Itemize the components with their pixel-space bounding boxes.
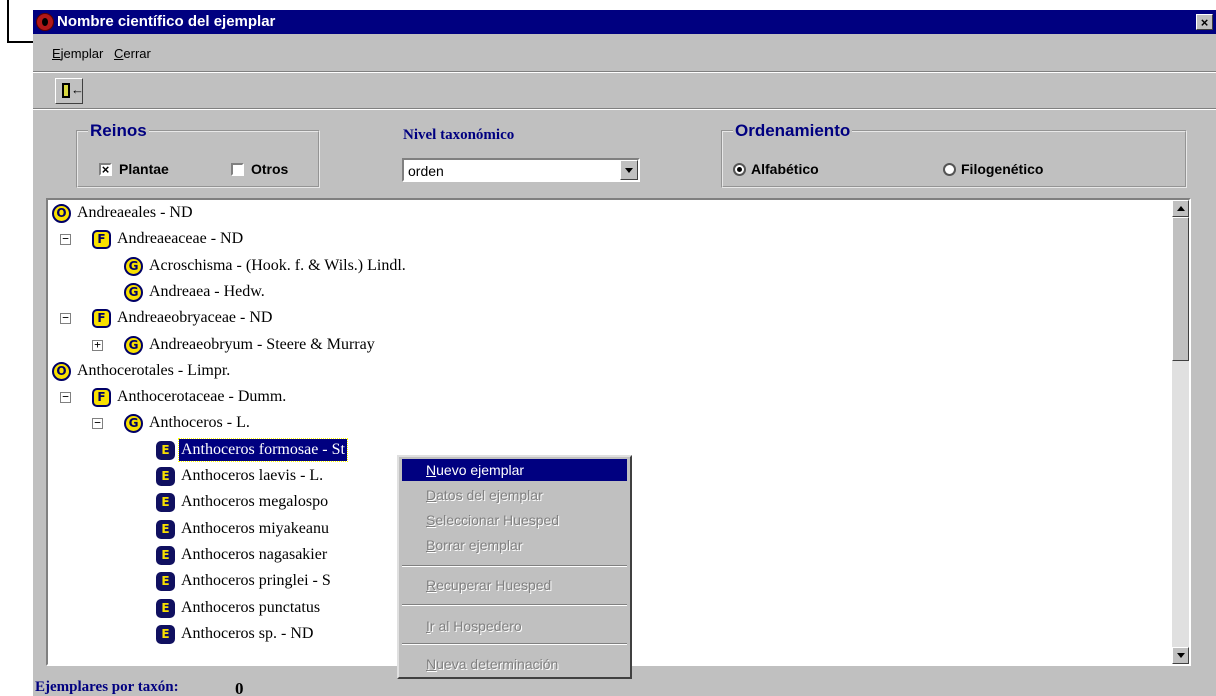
- family-icon: F: [92, 388, 111, 408]
- filogenetico-label[interactable]: Filogenético: [961, 161, 1043, 177]
- species-icon: E: [156, 624, 175, 644]
- family-icon: F: [92, 309, 111, 329]
- exit-arrow-icon: ←: [71, 82, 84, 97]
- ctx-seleccionar-huesped[interactable]: Seleccionar Huesped: [402, 509, 627, 531]
- tree-node[interactable]: − F Andreaeaceae - ND: [48, 228, 1168, 250]
- tree-node-label[interactable]: Anthoceros sp. - ND: [181, 623, 313, 645]
- scroll-thumb[interactable]: [1172, 217, 1189, 361]
- otros-checkbox[interactable]: [231, 163, 244, 176]
- menu-cerrar[interactable]: Cerrar: [114, 44, 151, 64]
- collapse-icon[interactable]: −: [60, 391, 71, 404]
- scroll-down-button[interactable]: [1172, 647, 1189, 664]
- menu-ejemplar[interactable]: Ejemplar: [52, 44, 103, 64]
- window-title: Nombre científico del ejemplar: [57, 13, 276, 30]
- tree-node[interactable]: O Andreaeales - ND: [48, 202, 1168, 224]
- tree-node-label[interactable]: Anthoceros formosae - St: [178, 437, 348, 462]
- tree-node-label[interactable]: Andreaeaceae - ND: [117, 228, 243, 250]
- species-icon: E: [156, 440, 175, 460]
- tree-node-label[interactable]: Andreaea - Hedw.: [149, 281, 265, 303]
- family-icon: F: [92, 230, 111, 250]
- tree-node[interactable]: O Anthocerotales - Limpr.: [48, 360, 1168, 382]
- species-icon: E: [156, 598, 175, 618]
- toolbar-bottom-divider-highlight: [33, 109, 1216, 110]
- tree-node-label[interactable]: Anthocerotaceae - Dumm.: [117, 386, 286, 408]
- ctx-datos-ejemplar[interactable]: Datos del ejemplar: [402, 484, 627, 506]
- order-icon: O: [52, 361, 71, 381]
- chevron-down-icon[interactable]: [620, 160, 638, 180]
- tree-node[interactable]: G Andreaea - Hedw.: [48, 281, 1168, 303]
- close-button[interactable]: ×: [1196, 14, 1213, 30]
- genus-icon: G: [124, 256, 143, 276]
- nivel-taxonomico-label: Nivel taxonómico: [403, 127, 515, 143]
- collapse-icon[interactable]: −: [60, 233, 71, 246]
- status-count: 0: [235, 679, 244, 696]
- scroll-up-button[interactable]: [1172, 200, 1189, 217]
- ctx-separator: [402, 604, 627, 606]
- species-icon: E: [156, 467, 175, 486]
- reinos-title: Reinos: [90, 121, 147, 140]
- tree-node-label[interactable]: Anthoceros megalospo: [181, 491, 328, 513]
- alfabetico-radio[interactable]: [733, 163, 746, 176]
- context-menu: Nuevo ejemplar Datos del ejemplar Selecc…: [397, 455, 632, 679]
- vertical-scrollbar[interactable]: [1172, 200, 1189, 664]
- ladybug-icon: [36, 13, 54, 31]
- ctx-nueva-determinacion[interactable]: Nueva determinación: [402, 653, 627, 675]
- species-icon: E: [156, 519, 175, 539]
- expand-icon[interactable]: +: [92, 339, 103, 351]
- tree-node-label[interactable]: Andreaeobryum - Steere & Murray: [149, 334, 375, 356]
- tree-node-label[interactable]: Andreaeobryaceae - ND: [117, 307, 272, 329]
- ctx-borrar-ejemplar[interactable]: Borrar ejemplar: [402, 534, 627, 556]
- genus-icon: G: [124, 282, 143, 302]
- genus-icon: G: [124, 414, 143, 434]
- species-icon: E: [156, 493, 175, 513]
- tree-node-label[interactable]: Anthoceros punctatus: [181, 597, 320, 619]
- tree-node-label[interactable]: Anthoceros laevis - L.: [181, 465, 323, 487]
- annotation-arrow-vertical: [7, 0, 9, 42]
- tree-node[interactable]: − F Anthocerotaceae - Dumm.: [48, 386, 1168, 408]
- species-icon: E: [156, 545, 175, 565]
- tree-node-label[interactable]: Anthoceros nagasakier: [181, 544, 327, 566]
- tree-node-label[interactable]: Anthoceros miyakeanu: [181, 518, 329, 540]
- plantae-checkbox[interactable]: ×: [99, 163, 112, 176]
- exit-door-icon: [62, 83, 70, 98]
- tree-node-label[interactable]: Anthoceros - L.: [149, 412, 250, 434]
- ctx-recuperar-huesped[interactable]: Recuperar Huesped: [402, 574, 627, 596]
- species-icon: E: [156, 572, 175, 592]
- nivel-taxonomico-value: orden: [408, 163, 444, 179]
- collapse-icon[interactable]: −: [60, 312, 71, 325]
- ctx-ir-hospedero[interactable]: Ir al Hospedero: [402, 615, 627, 637]
- filogenetico-radio[interactable]: [943, 163, 956, 176]
- ctx-nuevo-ejemplar[interactable]: Nuevo ejemplar: [402, 459, 627, 481]
- reinos-group: Reinos: [76, 122, 320, 188]
- toolbar-divider-highlight: [33, 72, 1216, 73]
- tree-node-label[interactable]: Anthoceros pringlei - S: [181, 570, 331, 592]
- ctx-separator: [402, 565, 627, 567]
- nivel-taxonomico-select[interactable]: orden: [402, 158, 640, 182]
- ordenamiento-title: Ordenamiento: [735, 121, 851, 140]
- otros-label[interactable]: Otros: [251, 161, 288, 177]
- title-bar[interactable]: Nombre científico del ejemplar ×: [33, 10, 1216, 34]
- ordenamiento-group: Ordenamiento: [721, 122, 1187, 188]
- collapse-icon[interactable]: −: [92, 417, 103, 430]
- tree-node[interactable]: − G Anthoceros - L.: [48, 412, 1168, 434]
- tree-node-label[interactable]: Acroschisma - (Hook. f. & Wils.) Lindl.: [149, 255, 406, 277]
- tree-node[interactable]: + G Andreaeobryum - Steere & Murray: [48, 334, 1168, 356]
- alfabetico-label[interactable]: Alfabético: [751, 161, 819, 177]
- genus-icon: G: [124, 335, 143, 355]
- status-label: Ejemplares por taxón:: [35, 679, 179, 695]
- tree-node[interactable]: G Acroschisma - (Hook. f. & Wils.) Lindl.: [48, 255, 1168, 277]
- order-icon: O: [52, 204, 71, 223]
- tree-node-label[interactable]: Andreaeales - ND: [77, 202, 193, 224]
- tree-node[interactable]: − F Andreaeobryaceae - ND: [48, 307, 1168, 329]
- plantae-label[interactable]: Plantae: [119, 161, 169, 177]
- tree-node-label[interactable]: Anthocerotales - Limpr.: [77, 360, 230, 382]
- ctx-separator: [402, 643, 627, 645]
- exit-button[interactable]: ←: [55, 78, 84, 104]
